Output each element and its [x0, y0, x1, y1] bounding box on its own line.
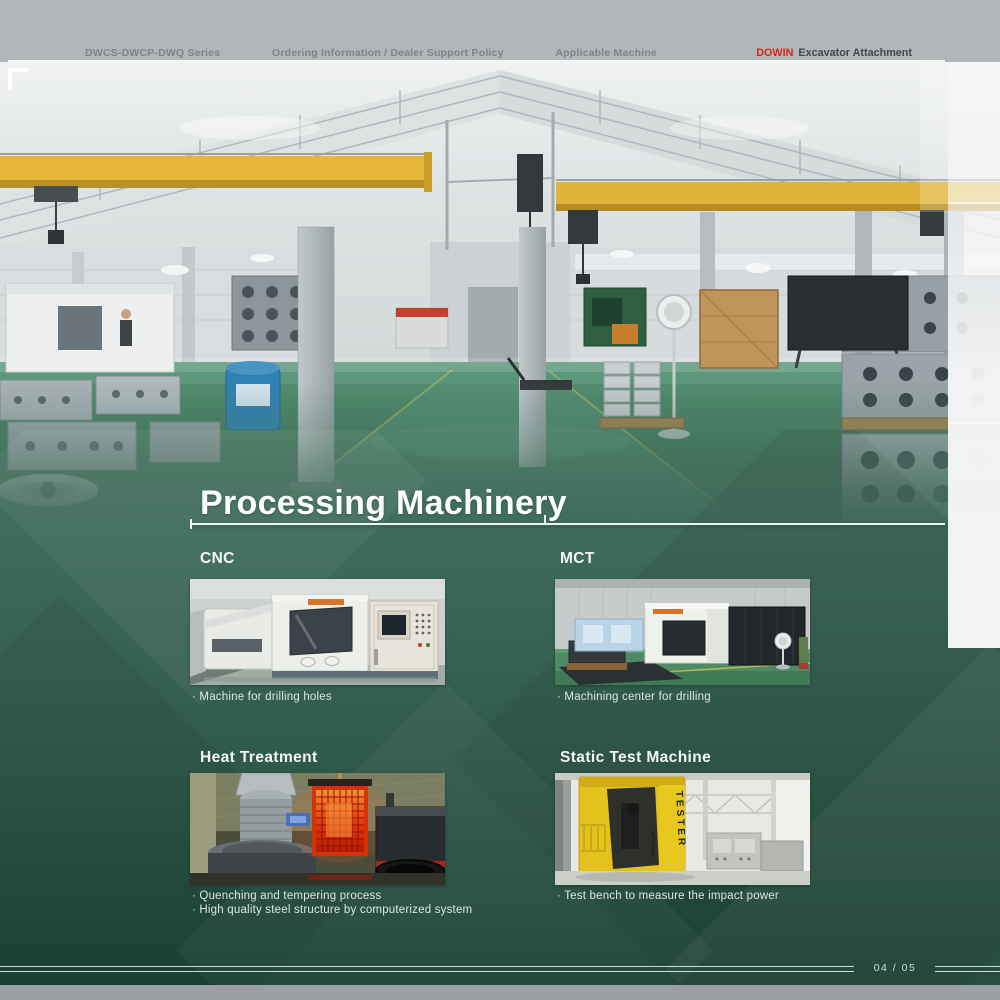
header-divider — [8, 60, 945, 62]
title-underline — [190, 523, 945, 525]
photo-corner-mark — [8, 68, 28, 90]
heat-treatment-photo — [190, 773, 445, 885]
footer-rule-right — [935, 966, 1000, 972]
photo-caption: · Machine for drilling holes — [192, 690, 332, 704]
section-title-mct: MCT — [560, 550, 595, 568]
section-title-cnc: CNC — [200, 550, 235, 568]
photo-caption: · Machining center for drilling — [557, 690, 711, 704]
footer-rule-left — [0, 966, 854, 972]
brand-name: DOWIN — [756, 47, 793, 59]
static-test-machine-photo: TESTER — [555, 773, 810, 885]
mct-machine-photo — [555, 579, 810, 685]
brand-logo: DOWIN Excavator Attachment — [756, 45, 912, 61]
wooden-crate — [700, 290, 778, 368]
underline-tick — [190, 519, 192, 529]
page-title: Processing Machinery — [200, 484, 567, 523]
photo-caption: · Quenching and tempering process — [192, 889, 472, 903]
right-accent-strip — [948, 62, 1000, 648]
nav-item-applicable-machine[interactable]: Applicable Machine — [555, 47, 657, 59]
nav-separator: · — [528, 47, 532, 59]
header-nav: DWCS-DWCP-DWQ Series · Ordering Informat… — [85, 45, 657, 61]
page-number: 04 / 05 — [858, 962, 932, 974]
strip-line — [948, 202, 1000, 204]
cnc-machine-far-left — [6, 284, 174, 372]
photo-caption-group: · Quenching and tempering process · High… — [192, 889, 472, 917]
underline-tick — [544, 515, 546, 525]
bottom-page-margin — [0, 985, 1000, 1000]
nav-separator: · — [244, 47, 248, 59]
photo-caption: · High quality steel structure by comput… — [192, 903, 472, 917]
cnc-machine-photo — [190, 579, 445, 685]
strip-line — [948, 422, 1000, 424]
brand-suffix: Excavator Attachment — [798, 47, 912, 59]
frosted-accent-block — [920, 62, 948, 212]
photo-caption: · Test bench to measure the impact power — [557, 889, 779, 903]
green-panel — [0, 530, 1000, 985]
section-title-heat-treatment: Heat Treatment — [200, 749, 318, 767]
nav-item-ordering-info[interactable]: Ordering Information / Dealer Support Po… — [272, 47, 504, 59]
section-title-static-test: Static Test Machine — [560, 749, 711, 767]
nav-item-series[interactable]: DWCS-DWCP-DWQ Series — [85, 47, 220, 59]
